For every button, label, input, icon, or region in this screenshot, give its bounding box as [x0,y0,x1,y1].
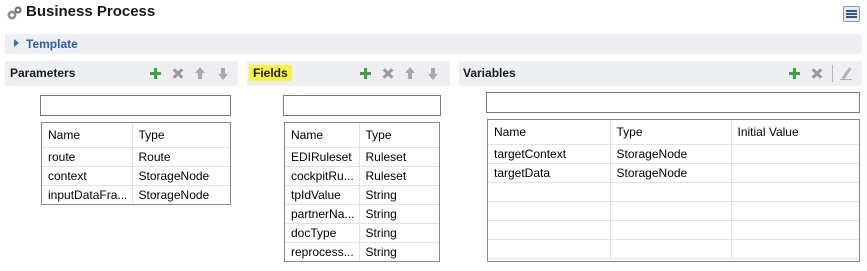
cell-type: StorageNode [132,185,230,204]
cell-name: targetContext [488,144,611,164]
variables-title: Variables [463,66,516,80]
cell-name: docType [285,223,360,243]
cell-type [610,201,732,221]
delete-parameter-icon[interactable] [172,67,184,80]
column-header-name[interactable]: Name [285,123,360,148]
add-variable-icon[interactable] [788,67,800,80]
table-row[interactable]: route Route [42,147,230,167]
cell-initial-value[interactable] [731,144,859,164]
layout-toggle-icon[interactable] [843,6,860,22]
parameters-title: Parameters [10,66,76,80]
cell-type [610,220,732,240]
parameters-header: Parameters [5,61,238,86]
template-section[interactable]: Template [5,34,862,54]
table-row[interactable]: cockpitRu... Ruleset [285,166,439,186]
column-header-name[interactable]: Name [42,123,133,148]
cell-name: route [42,147,133,167]
column-header-name[interactable]: Name [488,120,611,145]
fields-table[interactable]: Name Type EDIRuleset Ruleset cockpitRu...… [284,122,440,262]
column-header-type[interactable]: Type [359,123,439,148]
cell-name: targetData [488,163,611,183]
cell-name [488,239,611,259]
cell-name: reprocess... [285,242,360,261]
table-row[interactable]: reprocess... String [285,242,439,261]
cell-name: context [42,166,133,186]
column-header-initial-value[interactable]: Initial Value [731,120,859,145]
cell-initial-value [731,220,859,240]
table-row[interactable]: partnerNa... String [285,204,439,224]
table-row[interactable]: targetData StorageNode [488,163,859,183]
cell-initial-value [731,201,859,221]
cell-name: cockpitRu... [285,166,360,186]
cell-name [488,201,611,221]
table-header-row: Name Type [285,123,439,148]
cell-type: String [359,242,439,261]
cell-name: tpIdValue [285,185,360,205]
add-parameter-icon[interactable] [149,67,161,80]
move-up-icon[interactable] [404,67,416,80]
edit-variable-icon[interactable] [840,67,852,80]
page-title: Business Process [26,3,156,20]
cell-type: Ruleset [359,147,439,167]
table-row[interactable]: EDIRuleset Ruleset [285,147,439,167]
table-row[interactable]: tpIdValue String [285,185,439,205]
parameters-table[interactable]: Name Type route Route context StorageNode … [41,122,231,205]
cell-type: Ruleset [359,166,439,186]
toolbar-separator [832,65,833,82]
move-down-icon[interactable] [217,67,229,80]
cell-name [488,220,611,240]
cell-initial-value [731,182,859,202]
table-row [488,201,859,221]
table-row[interactable]: inputDataFra... StorageNode [42,185,230,204]
cell-name: EDIRuleset [285,147,360,167]
column-header-type[interactable]: Type [132,123,230,148]
fields-header: Fields [247,61,450,86]
cell-type: StorageNode [610,163,732,183]
variables-table[interactable]: Name Type Initial Value targetContext Sto… [487,119,860,262]
table-row [488,220,859,240]
parameters-filter-input[interactable] [40,95,231,116]
cell-name: inputDataFra... [42,185,133,204]
table-header-row: Name Type [42,123,230,148]
expand-arrow-icon[interactable] [14,39,19,47]
cell-name: partnerNa... [285,204,360,224]
variables-header: Variables [459,61,862,86]
delete-variable-icon[interactable] [811,67,823,80]
cell-type [610,182,732,202]
cell-type: String [359,185,439,205]
table-row [488,239,859,259]
cell-initial-value[interactable] [731,163,859,183]
table-row[interactable]: targetContext StorageNode [488,144,859,164]
gears-icon [7,6,22,20]
cell-type: StorageNode [132,166,230,186]
table-row[interactable]: docType String [285,223,439,243]
add-field-icon[interactable] [359,67,371,80]
move-down-icon[interactable] [427,67,439,80]
column-header-type[interactable]: Type [610,120,732,145]
editor-header: Business Process [0,0,867,28]
move-up-icon[interactable] [194,67,206,80]
cell-type: String [359,223,439,243]
table-header-row: Name Type Initial Value [488,120,859,145]
cell-type [610,239,732,259]
cell-name [488,182,611,202]
variables-filter-input[interactable] [486,92,860,113]
fields-filter-input[interactable] [283,95,441,116]
table-row [488,182,859,202]
delete-field-icon[interactable] [382,67,394,80]
cell-initial-value [731,239,859,259]
table-row[interactable]: context StorageNode [42,166,230,186]
cell-type: Route [132,147,230,167]
template-link[interactable]: Template [26,37,78,51]
cell-type: StorageNode [610,144,732,164]
cell-type: String [359,204,439,224]
fields-title: Fields [249,65,292,81]
